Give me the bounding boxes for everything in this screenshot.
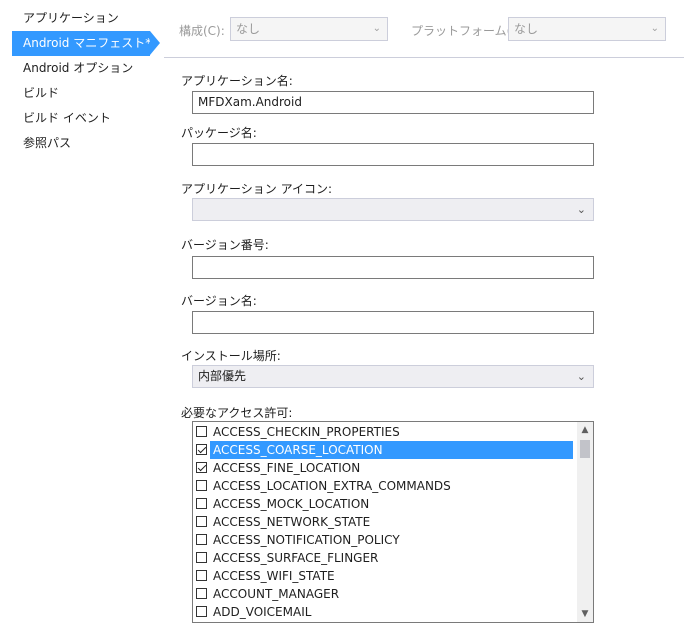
permission-name: ACCESS_LOCATION_EXTRA_COMMANDS xyxy=(213,479,451,493)
platform-select-value: なし xyxy=(514,22,539,36)
permission-name: ACCESS_CHECKIN_PROPERTIES xyxy=(213,425,400,439)
permission-row[interactable]: ACCESS_MOCK_LOCATION xyxy=(193,495,577,513)
chevron-down-icon: ⌄ xyxy=(650,23,659,34)
permission-checkbox[interactable] xyxy=(196,480,207,491)
permission-name: ACCESS_NOTIFICATION_POLICY xyxy=(213,533,400,547)
config-select[interactable]: なし ⌄ xyxy=(230,17,388,41)
config-label: 構成(C): xyxy=(179,24,225,38)
platform-select[interactable]: なし ⌄ xyxy=(508,17,666,41)
permission-name: ACCESS_COARSE_LOCATION xyxy=(210,441,573,459)
package-name-input[interactable] xyxy=(192,143,594,166)
chevron-down-icon: ⌄ xyxy=(576,370,586,383)
permissions-label: 必要なアクセス許可: xyxy=(181,406,293,420)
permission-name: ACCESS_MOCK_LOCATION xyxy=(213,497,370,511)
install-location-label: インストール場所: xyxy=(181,349,281,363)
package-name-label: パッケージ名: xyxy=(181,126,257,140)
permission-row[interactable]: ACCESS_COARSE_LOCATION xyxy=(193,441,577,459)
permission-checkbox[interactable] xyxy=(196,552,207,563)
permission-row[interactable]: ACCESS_WIFI_STATE xyxy=(193,567,577,585)
permission-checkbox[interactable] xyxy=(196,606,207,617)
permission-name: ACCOUNT_MANAGER xyxy=(213,587,340,601)
nav-item-build[interactable]: ビルド xyxy=(12,81,146,106)
permission-name: ACCESS_SURFACE_FLINGER xyxy=(213,551,379,565)
nav-item-reference-paths[interactable]: 参照パス xyxy=(12,131,146,156)
permission-checkbox[interactable] xyxy=(196,462,207,473)
app-icon-select[interactable]: ⌄ xyxy=(192,198,594,221)
permission-name: ACCESS_FINE_LOCATION xyxy=(213,461,361,475)
permission-name: ADD_VOICEMAIL xyxy=(213,605,312,619)
permission-row[interactable]: ACCESS_SURFACE_FLINGER xyxy=(193,549,577,567)
chevron-down-icon: ⌄ xyxy=(576,203,586,216)
chevron-down-icon: ⌄ xyxy=(372,23,381,34)
scroll-up-arrow-icon[interactable]: ▲ xyxy=(577,422,593,438)
settings-nav: アプリケーション Android マニフェスト* Android オプション ビ… xyxy=(0,0,164,640)
permission-checkbox[interactable] xyxy=(196,588,207,599)
version-name-input[interactable] xyxy=(192,311,594,334)
install-location-select-value: 内部優先 xyxy=(198,369,247,383)
permission-checkbox[interactable] xyxy=(196,534,207,545)
permission-checkbox[interactable] xyxy=(196,570,207,581)
nav-item-application[interactable]: アプリケーション xyxy=(12,6,146,31)
permission-row[interactable]: ACCESS_CHECKIN_PROPERTIES xyxy=(193,423,577,441)
nav-item-android-options[interactable]: Android オプション xyxy=(12,56,146,81)
topbar-divider xyxy=(164,57,684,58)
permission-checkbox[interactable] xyxy=(196,444,207,455)
app-name-input[interactable]: MFDXam.Android xyxy=(192,91,594,114)
app-name-label: アプリケーション名: xyxy=(181,74,293,88)
nav-item-android-manifest[interactable]: Android マニフェスト* xyxy=(12,31,160,56)
permission-row[interactable]: ADD_VOICEMAIL xyxy=(193,603,577,621)
nav-item-build-events[interactable]: ビルド イベント xyxy=(12,106,146,131)
permission-checkbox[interactable] xyxy=(196,516,207,527)
permission-name: ACCESS_NETWORK_STATE xyxy=(213,515,371,529)
permissions-scrollbar[interactable]: ▲ ▼ xyxy=(577,422,593,622)
permission-row[interactable]: ACCESS_NOTIFICATION_POLICY xyxy=(193,531,577,549)
scroll-thumb[interactable] xyxy=(580,440,590,458)
permission-row[interactable]: ACCESS_LOCATION_EXTRA_COMMANDS xyxy=(193,477,577,495)
permission-checkbox[interactable] xyxy=(196,426,207,437)
config-select-value: なし xyxy=(236,22,261,36)
version-name-label: バージョン名: xyxy=(181,294,257,308)
permissions-list[interactable]: ACCESS_CHECKIN_PROPERTIES ACCESS_COARSE_… xyxy=(192,421,594,623)
version-number-label: バージョン番号: xyxy=(181,238,269,252)
app-icon-label: アプリケーション アイコン: xyxy=(181,182,333,196)
version-number-input[interactable] xyxy=(192,256,594,279)
permission-row[interactable]: ACCESS_FINE_LOCATION xyxy=(193,459,577,477)
scroll-down-arrow-icon[interactable]: ▼ xyxy=(577,606,593,622)
permission-row[interactable]: ACCOUNT_MANAGER xyxy=(193,585,577,603)
permission-row[interactable]: ACCESS_NETWORK_STATE xyxy=(193,513,577,531)
permission-name: ACCESS_WIFI_STATE xyxy=(213,569,335,583)
install-location-select[interactable]: 内部優先 ⌄ xyxy=(192,365,594,388)
permission-checkbox[interactable] xyxy=(196,498,207,509)
